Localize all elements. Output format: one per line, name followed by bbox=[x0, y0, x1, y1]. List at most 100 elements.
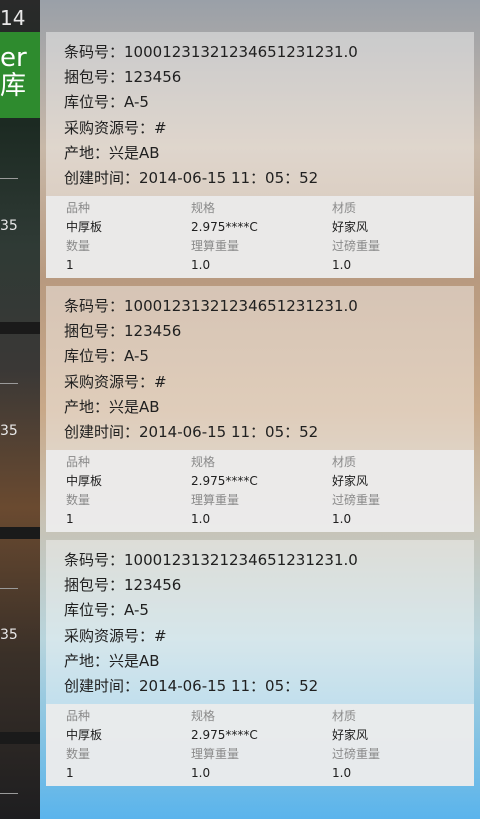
barcode-value: 10001231321234651231231.0 bbox=[124, 43, 358, 61]
bundle-card[interactable]: 条码号：10001231321234651231231.0 捆包号：123456… bbox=[46, 32, 474, 279]
table-header-row: 数量 理算重量 过磅重量 bbox=[66, 491, 474, 510]
created-line: 创建时间：2014-06-15 11：05：52 bbox=[64, 674, 474, 699]
table-header-row: 数量 理算重量 过磅重量 bbox=[66, 237, 474, 256]
background-number: 35 bbox=[0, 218, 18, 234]
background-number: 35 bbox=[0, 627, 18, 643]
bundle-line: 捆包号：123456 bbox=[64, 319, 474, 344]
origin-line: 产地：兴是AB bbox=[64, 649, 474, 674]
location-value: A-5 bbox=[124, 601, 149, 620]
created-label: 创建时间： bbox=[64, 676, 140, 695]
theory-weight-header: 理算重量 bbox=[191, 747, 240, 762]
created-line: 创建时间：2014-06-15 11：05：52 bbox=[64, 420, 474, 445]
spec-header: 规格 bbox=[191, 455, 216, 470]
location-value: A-5 bbox=[124, 347, 149, 366]
purchase-value: # bbox=[154, 372, 167, 391]
created-value: 2014-06-15 11：05：52 bbox=[139, 676, 319, 695]
origin-line: 产地：兴是AB bbox=[64, 395, 474, 420]
detail-table: 品种 规格 材质 中厚板 2.975****C 好家风 数量 理算重量 过磅重量… bbox=[46, 704, 474, 787]
background-divider bbox=[0, 383, 18, 384]
location-line: 库位号：A-5 bbox=[64, 90, 474, 115]
quantity-header: 数量 bbox=[66, 239, 91, 254]
created-label: 创建时间： bbox=[64, 168, 140, 187]
background-band bbox=[0, 322, 40, 334]
barcode-label: 条码号： bbox=[64, 297, 125, 315]
detail-table: 品种 规格 材质 中厚板 2.975****C 好家风 数量 理算重量 过磅重量… bbox=[46, 196, 474, 279]
theory-weight-value: 1.0 bbox=[191, 258, 211, 273]
quantity-header: 数量 bbox=[66, 493, 91, 508]
table-header-row: 品种 规格 材质 bbox=[66, 199, 474, 218]
bundle-card[interactable]: 条码号：10001231321234651231231.0 捆包号：123456… bbox=[46, 286, 474, 533]
scale-weight-header: 过磅重量 bbox=[332, 747, 381, 762]
table-row: 中厚板 2.975****C 好家风 bbox=[66, 726, 474, 745]
bundle-line: 捆包号：123456 bbox=[64, 65, 474, 90]
origin-value: 兴是AB bbox=[109, 143, 160, 162]
bundle-label: 捆包号： bbox=[64, 576, 125, 595]
spec-header: 规格 bbox=[191, 201, 216, 216]
bundle-value: 123456 bbox=[124, 68, 182, 87]
purchase-label: 采购资源号： bbox=[64, 626, 155, 645]
bundle-label: 捆包号： bbox=[64, 322, 125, 341]
background-divider bbox=[0, 588, 18, 589]
origin-label: 产地： bbox=[64, 651, 110, 670]
background-number: 35 bbox=[0, 423, 18, 439]
variety-header: 品种 bbox=[66, 455, 91, 470]
barcode-value: 10001231321234651231231.0 bbox=[124, 297, 358, 315]
spec-value: 2.975****C bbox=[191, 474, 258, 489]
bundle-label: 捆包号： bbox=[64, 68, 125, 87]
quantity-header: 数量 bbox=[66, 747, 91, 762]
detail-table: 品种 规格 材质 中厚板 2.975****C 好家风 数量 理算重量 过磅重量… bbox=[46, 450, 474, 533]
barcode-label: 条码号： bbox=[64, 551, 125, 569]
scale-weight-value: 1.0 bbox=[332, 766, 352, 781]
scale-weight-value: 1.0 bbox=[332, 258, 352, 273]
barcode-line: 条码号：10001231321234651231231.0 bbox=[64, 294, 474, 319]
created-line: 创建时间：2014-06-15 11：05：52 bbox=[64, 166, 474, 191]
bundle-value: 123456 bbox=[124, 322, 182, 341]
spec-header: 规格 bbox=[191, 709, 216, 724]
bundle-card[interactable]: 条码号：10001231321234651231231.0 捆包号：123456… bbox=[46, 540, 474, 787]
location-line: 库位号：A-5 bbox=[64, 344, 474, 369]
material-header: 材质 bbox=[332, 201, 357, 216]
spec-value: 2.975****C bbox=[191, 220, 258, 235]
barcode-line: 条码号：10001231321234651231231.0 bbox=[64, 40, 474, 65]
background-band bbox=[0, 527, 40, 539]
background-clock: 14 bbox=[0, 6, 26, 30]
variety-value: 中厚板 bbox=[66, 474, 103, 489]
purchase-value: # bbox=[154, 626, 167, 645]
background-tile-text-2: 库 bbox=[0, 71, 27, 101]
scale-weight-value: 1.0 bbox=[332, 512, 352, 527]
table-row: 中厚板 2.975****C 好家风 bbox=[66, 472, 474, 491]
origin-line: 产地：兴是AB bbox=[64, 141, 474, 166]
theory-weight-header: 理算重量 bbox=[191, 493, 240, 508]
theory-weight-value: 1.0 bbox=[191, 512, 211, 527]
location-label: 库位号： bbox=[64, 93, 125, 112]
table-header-row: 数量 理算重量 过磅重量 bbox=[66, 745, 474, 764]
created-value: 2014-06-15 11：05：52 bbox=[139, 168, 319, 187]
quantity-value: 1 bbox=[66, 258, 74, 273]
bundle-value: 123456 bbox=[124, 576, 182, 595]
background-green-tile: er 库 bbox=[0, 32, 40, 118]
variety-header: 品种 bbox=[66, 201, 91, 216]
location-label: 库位号： bbox=[64, 601, 125, 620]
bundle-line: 捆包号：123456 bbox=[64, 573, 474, 598]
material-value: 好家风 bbox=[332, 728, 369, 743]
variety-header: 品种 bbox=[66, 709, 91, 724]
barcode-line: 条码号：10001231321234651231231.0 bbox=[64, 548, 474, 573]
table-row: 1 1.0 1.0 bbox=[66, 256, 474, 275]
created-label: 创建时间： bbox=[64, 422, 140, 441]
origin-label: 产地： bbox=[64, 143, 110, 162]
purchase-line: 采购资源号：# bbox=[64, 624, 474, 649]
location-line: 库位号：A-5 bbox=[64, 598, 474, 623]
table-header-row: 品种 规格 材质 bbox=[66, 453, 474, 472]
background-side-panel: 14 er 库 35 35 35 bbox=[0, 0, 40, 819]
location-value: A-5 bbox=[124, 93, 149, 112]
purchase-value: # bbox=[154, 118, 167, 137]
material-header: 材质 bbox=[332, 709, 357, 724]
variety-value: 中厚板 bbox=[66, 728, 103, 743]
material-value: 好家风 bbox=[332, 474, 369, 489]
quantity-value: 1 bbox=[66, 512, 74, 527]
purchase-line: 采购资源号：# bbox=[64, 370, 474, 395]
origin-value: 兴是AB bbox=[109, 651, 160, 670]
background-band bbox=[0, 732, 40, 744]
scale-weight-header: 过磅重量 bbox=[332, 239, 381, 254]
material-header: 材质 bbox=[332, 455, 357, 470]
